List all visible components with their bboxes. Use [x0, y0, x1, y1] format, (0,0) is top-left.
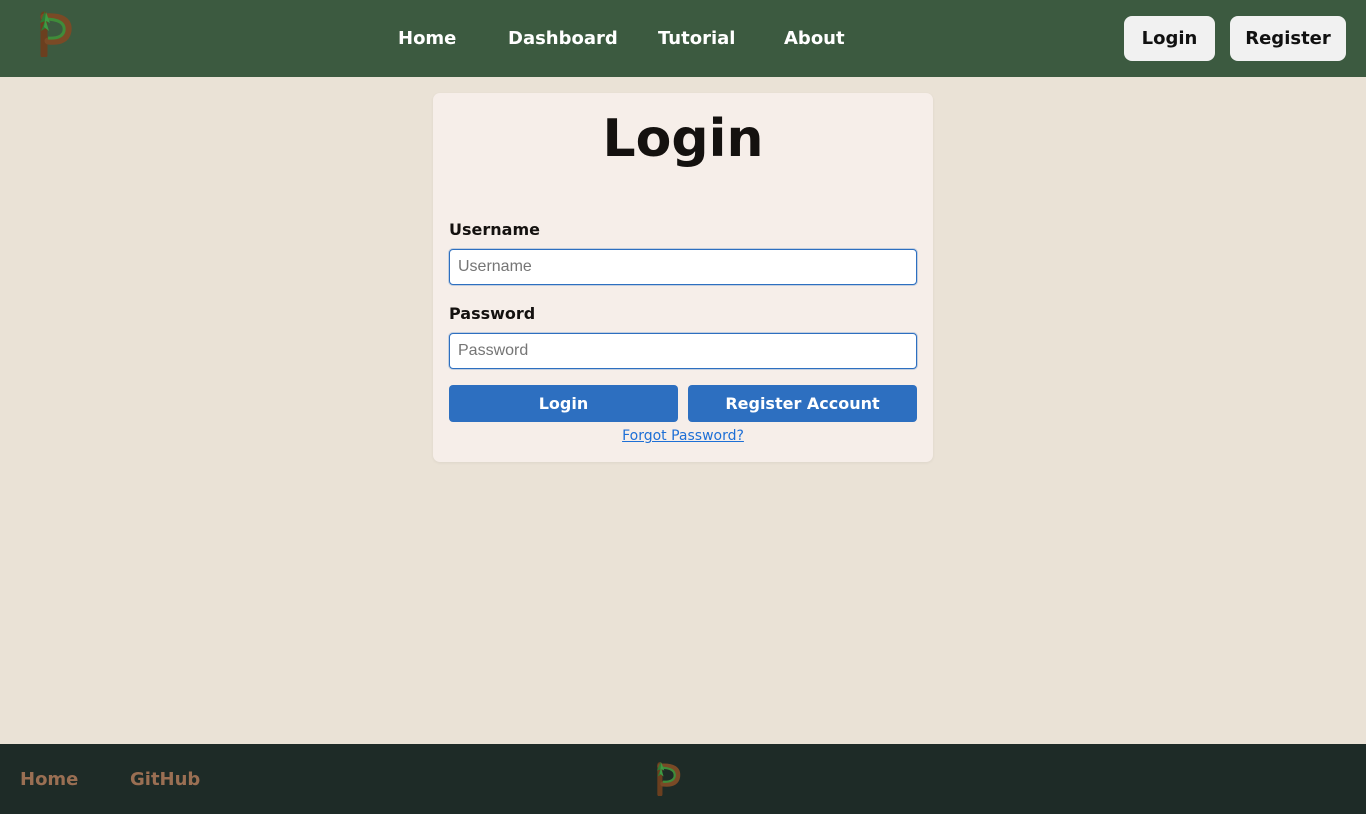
username-input[interactable] — [449, 249, 917, 285]
logo-icon[interactable] — [36, 9, 74, 57]
nav-dashboard-link[interactable]: Dashboard — [508, 27, 618, 51]
login-title: Login — [602, 109, 764, 169]
password-label: Password — [449, 304, 536, 323]
nav-tutorial-link[interactable]: Tutorial — [658, 27, 735, 51]
forgot-password-row: Forgot Password? — [0, 427, 1366, 445]
top-navbar: Home Dashboard Tutorial About Login Regi… — [0, 0, 1366, 77]
nav-about-link[interactable]: About — [784, 27, 845, 51]
nav-home-link[interactable]: Home — [398, 27, 456, 51]
footer-logo-icon — [656, 761, 681, 796]
password-input[interactable] — [449, 333, 917, 369]
footer-home-link[interactable]: Home — [20, 769, 78, 791]
forgot-password-link[interactable]: Forgot Password? — [622, 428, 744, 444]
footer-github-link[interactable]: GitHub — [130, 769, 200, 791]
header-login-button[interactable]: Login — [1124, 16, 1215, 61]
register-account-button[interactable]: Register Account — [688, 385, 917, 422]
login-submit-button[interactable]: Login — [449, 385, 678, 422]
username-label: Username — [449, 220, 540, 239]
header-register-button[interactable]: Register — [1230, 16, 1346, 61]
footer — [0, 744, 1366, 814]
